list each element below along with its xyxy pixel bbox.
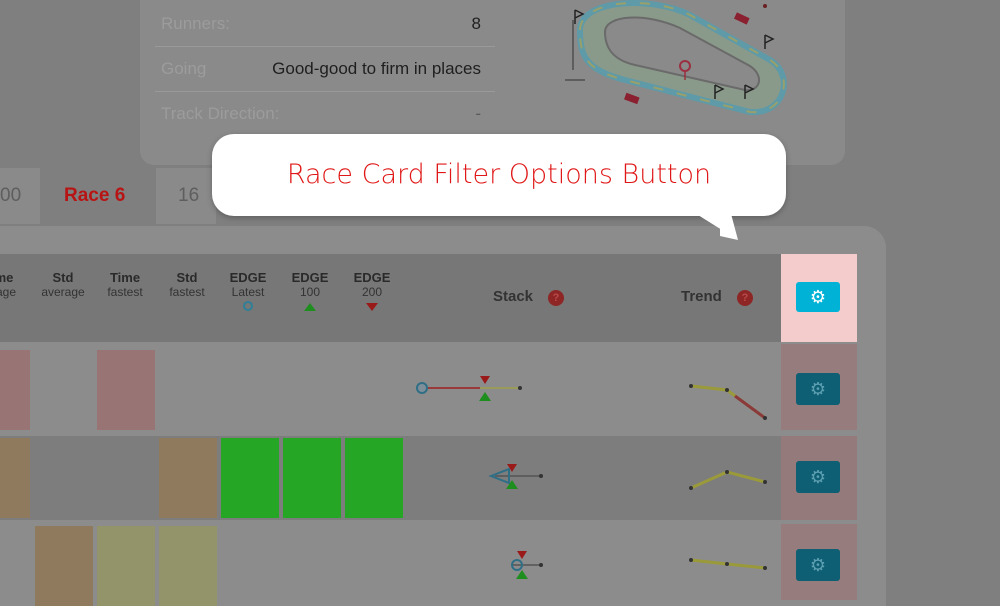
gear-icon: ⚙ (809, 379, 827, 399)
info-row-going: Going Good-good to firm in places (155, 47, 495, 92)
stack-indicator (416, 376, 522, 401)
cell-time-fastest (97, 350, 155, 430)
going-label: Going (161, 59, 207, 78)
circle-icon (243, 301, 253, 311)
trend-sparkline (689, 470, 767, 490)
col-header-time-fastest[interactable]: Time fastest (95, 270, 155, 300)
gear-icon: ⚙ (809, 555, 827, 575)
race-tab-previous-label: 00 (0, 185, 22, 206)
going-value: Good-good to firm in places (272, 59, 481, 78)
trend-sparkline (689, 384, 767, 420)
gear-icon: ⚙ (809, 467, 827, 487)
col-header-edge-100[interactable]: EDGE 100 (280, 270, 340, 315)
cell-time-average (0, 350, 30, 430)
race-card-filter-options-button[interactable]: ⚙ (796, 282, 840, 312)
col-header-std-average[interactable]: Std average (33, 270, 93, 300)
cell-std-fastest (159, 438, 217, 518)
cell-time-average (0, 438, 30, 518)
runners-label: Runners: (161, 14, 230, 33)
runners-value: 8 (471, 14, 481, 33)
trend-sparkline (689, 558, 767, 570)
gear-icon: ⚙ (809, 287, 827, 307)
col-header-edge-200[interactable]: EDGE 200 (342, 270, 402, 315)
cell-edge-200 (345, 438, 403, 518)
cell-std-average (35, 526, 93, 606)
cell-edge-latest (221, 438, 279, 518)
triangle-up-icon (304, 303, 316, 311)
stack-indicator (511, 551, 543, 579)
callout-arrow-icon (690, 210, 738, 240)
col-header-trend[interactable]: Trend (681, 288, 722, 305)
race-tab-active[interactable]: Race 6 (64, 168, 125, 224)
col-header-edge-latest[interactable]: EDGE Latest (218, 270, 278, 315)
info-row-direction: Track Direction: - (155, 92, 495, 136)
callout-text: Race Card Filter Options Button (286, 159, 712, 190)
triangle-down-icon (366, 303, 378, 311)
race-tab-next-label: 16 (178, 185, 200, 206)
direction-value: - (475, 104, 481, 123)
stack-help-icon[interactable]: ? (548, 290, 564, 306)
race-tab-next[interactable]: 16 (156, 168, 216, 224)
col-header-time-average[interactable]: me rage (0, 270, 34, 300)
row-options-button[interactable]: ⚙ (796, 549, 840, 581)
race-tab-previous[interactable]: 00 (0, 168, 40, 224)
stack-indicator (488, 464, 543, 489)
cell-std-fastest (159, 526, 217, 606)
tooltip-callout: Race Card Filter Options Button (212, 134, 786, 216)
col-header-stack[interactable]: Stack (493, 288, 533, 305)
cell-time-fastest (97, 526, 155, 606)
track-map-illustration (565, 0, 787, 116)
row-options-button[interactable]: ⚙ (796, 461, 840, 493)
direction-label: Track Direction: (161, 104, 280, 123)
cell-edge-100 (283, 438, 341, 518)
trend-help-icon[interactable]: ? (737, 290, 753, 306)
col-header-std-fastest[interactable]: Std fastest (157, 270, 217, 300)
info-row-runners: Runners: 8 (155, 2, 495, 47)
race-tab-active-label: Race 6 (64, 185, 126, 206)
row-options-button[interactable]: ⚙ (796, 373, 840, 405)
